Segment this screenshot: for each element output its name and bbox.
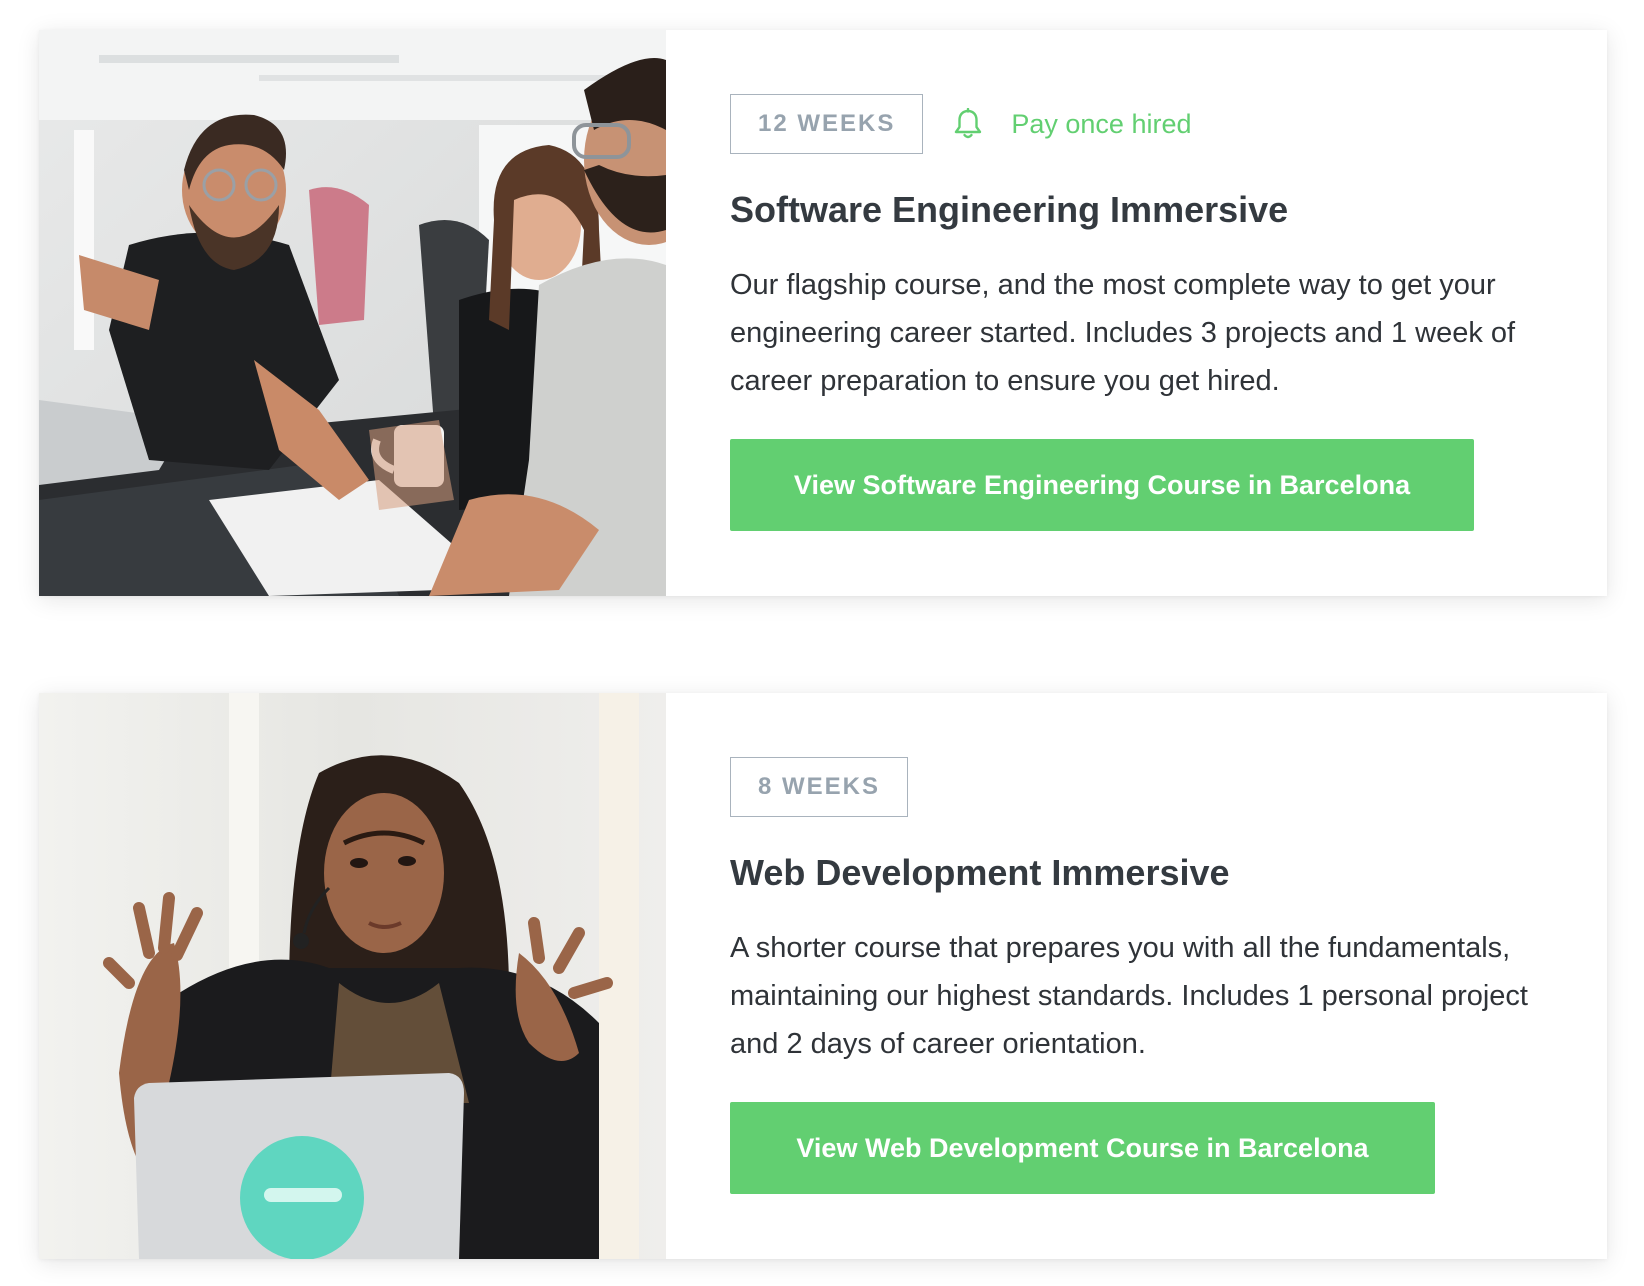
course-title: Software Engineering Immersive — [730, 189, 1289, 230]
course-description: A shorter course that prepares you with … — [730, 932, 1528, 1061]
course-card-software-engineering: 12 WEEKS Pay once hired Software Enginee… — [39, 30, 1607, 596]
course-card-web-development: 8 WEEKS Web Development Immersive A shor… — [39, 693, 1607, 1259]
course-meta: 8 WEEKS — [730, 757, 1550, 817]
view-software-engineering-course-button[interactable]: View Software Engineering Course in Barc… — [730, 439, 1474, 532]
course-content: 12 WEEKS Pay once hired Software Enginee… — [730, 94, 1550, 532]
pay-once-hired: Pay once hired — [953, 108, 1192, 140]
course-description: Our flagship course, and the most comple… — [730, 269, 1516, 398]
pay-once-hired-label: Pay once hired — [1011, 108, 1192, 139]
course-content: 8 WEEKS Web Development Immersive A shor… — [730, 757, 1550, 1195]
view-web-development-course-button[interactable]: View Web Development Course in Barcelona — [730, 1102, 1435, 1195]
course-title: Web Development Immersive — [730, 852, 1230, 893]
bell-icon — [955, 108, 982, 139]
course-photo-instructor — [39, 693, 666, 1259]
course-photo-classroom — [39, 30, 666, 596]
duration-badge: 8 WEEKS — [730, 757, 909, 817]
course-meta: 12 WEEKS Pay once hired — [730, 94, 1550, 154]
duration-badge: 12 WEEKS — [730, 94, 924, 154]
